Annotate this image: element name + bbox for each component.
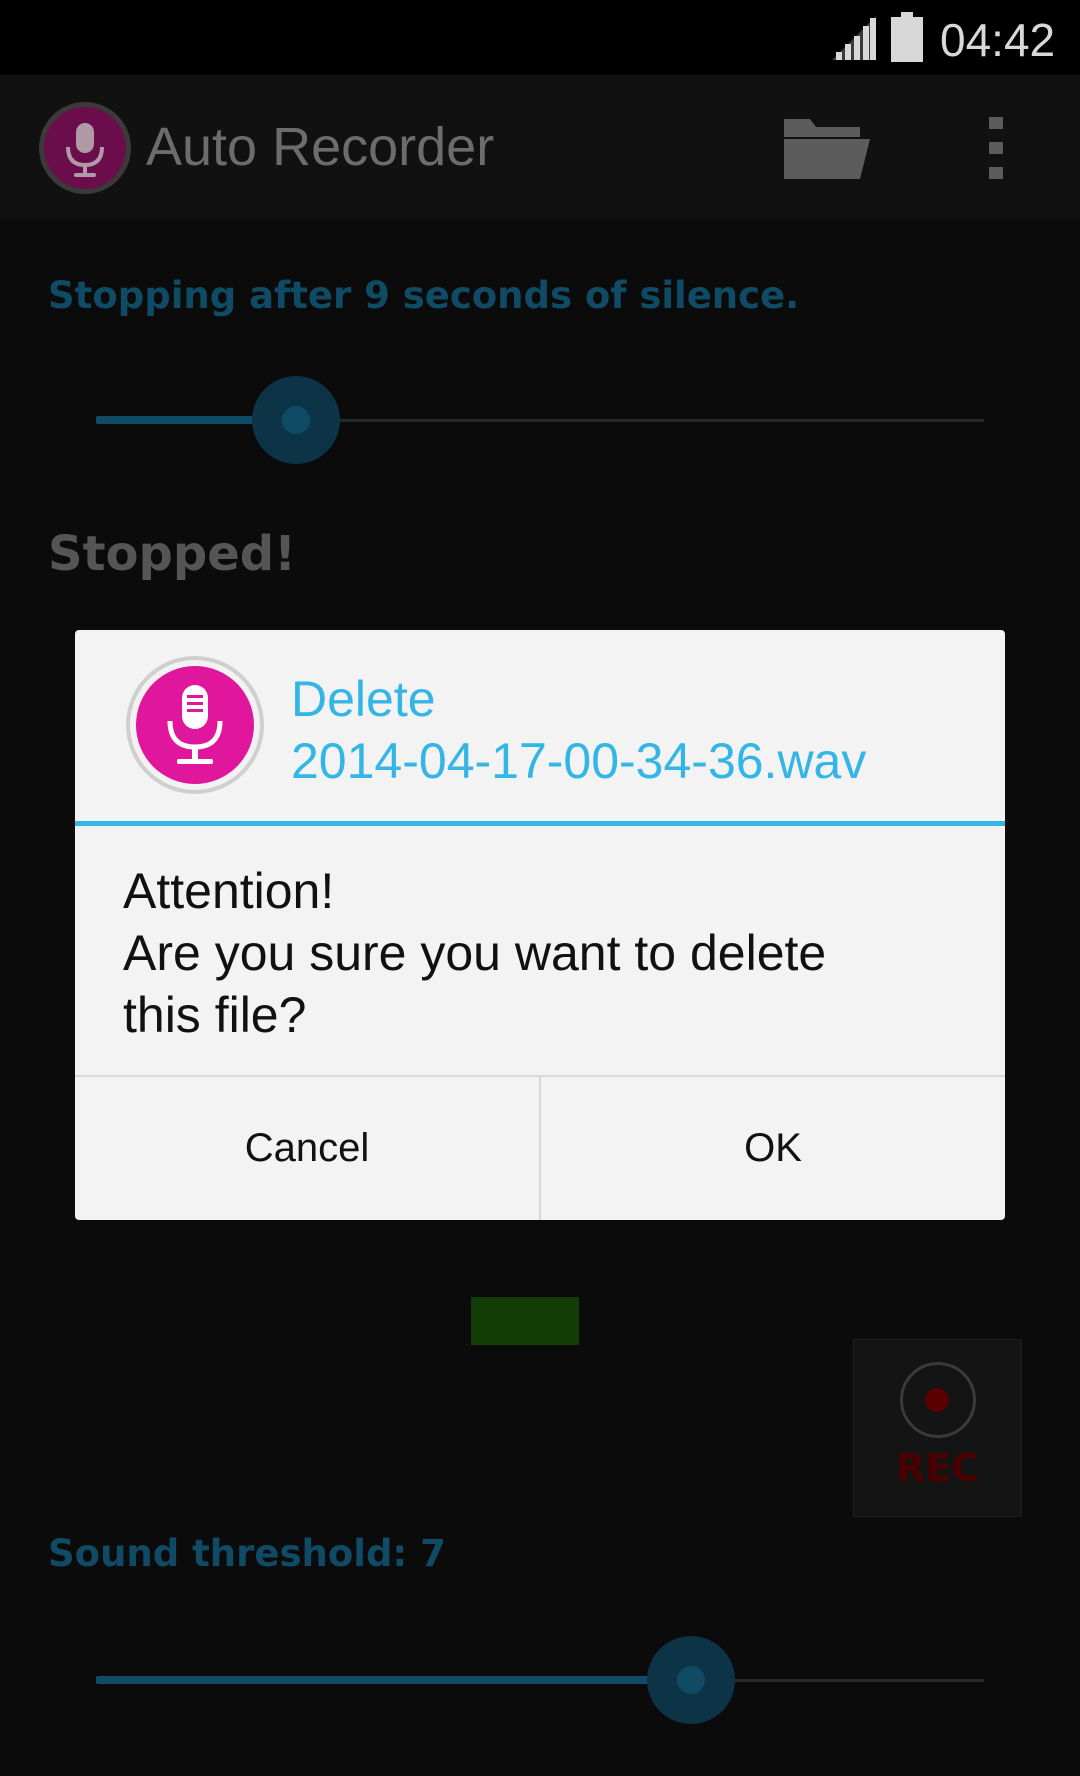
screen: 04:42 Auto Recorder Stopping after 9 sec… <box>0 0 1080 1776</box>
battery-icon <box>891 12 923 62</box>
app-title: Auto Recorder <box>146 117 495 177</box>
record-dot-icon <box>925 1388 949 1412</box>
status-bar: 04:42 <box>0 0 1080 75</box>
record-button[interactable]: REC <box>853 1339 1022 1517</box>
dialog-message-line: this file? <box>123 987 307 1043</box>
silence-duration-label: Stopping after 9 seconds of silence. <box>48 274 800 317</box>
delete-confirm-dialog: Delete 2014-04-17-00-34-36.wav Attention… <box>75 630 1005 1220</box>
dialog-title-divider <box>75 821 1005 826</box>
folder-icon[interactable] <box>780 113 874 183</box>
app-microphone-icon <box>126 656 264 794</box>
dialog-message: Attention! Are you sure you want to dele… <box>123 860 963 1046</box>
recording-status: Stopped! <box>48 526 297 582</box>
overflow-menu-icon[interactable] <box>980 113 1012 183</box>
dialog-title-action: Delete <box>291 671 436 727</box>
threshold-slider-fill <box>96 1676 691 1684</box>
record-button-label: REC <box>895 1446 980 1490</box>
action-bar: Auto Recorder <box>0 75 1080 219</box>
dialog-title: Delete 2014-04-17-00-34-36.wav <box>291 668 991 792</box>
dialog-message-line: Are you sure you want to delete <box>123 925 827 981</box>
ok-button[interactable]: OK <box>541 1077 1005 1220</box>
silence-slider-thumb[interactable] <box>281 406 310 434</box>
dialog-message-line: Attention! <box>123 863 335 919</box>
cell-signal-icon <box>832 16 876 60</box>
app-microphone-icon[interactable] <box>38 101 132 195</box>
sound-threshold-label: Sound threshold: 7 <box>48 1532 446 1575</box>
cancel-button[interactable]: Cancel <box>75 1077 539 1220</box>
sound-level-meter <box>471 1297 579 1345</box>
threshold-slider-thumb[interactable] <box>676 1666 705 1694</box>
status-clock: 04:42 <box>940 14 1056 66</box>
dialog-title-filename: 2014-04-17-00-34-36.wav <box>291 733 867 789</box>
